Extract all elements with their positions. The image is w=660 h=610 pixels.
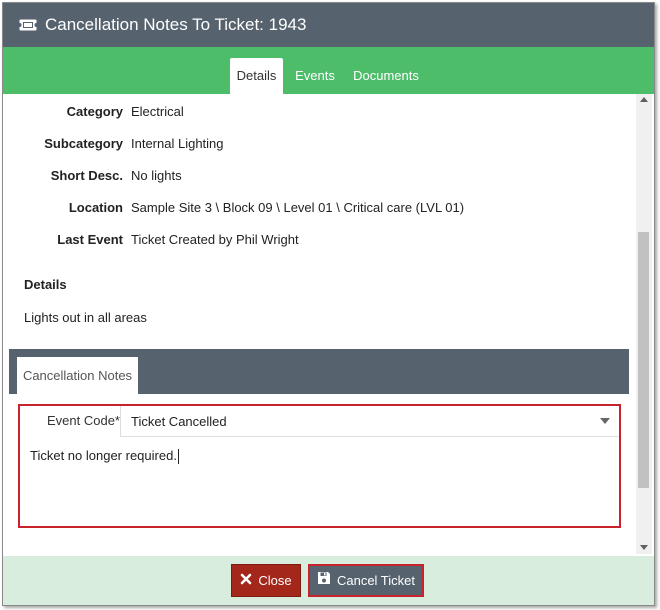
- details-heading: Details: [24, 277, 67, 292]
- close-button-label: Close: [258, 573, 292, 588]
- field-value: No lights: [131, 168, 182, 183]
- notes-text: Ticket no longer required.: [30, 448, 177, 463]
- chevron-down-icon: [600, 418, 610, 424]
- field-row-short-desc: Short Desc. No lights: [3, 166, 623, 186]
- cancellation-notes-form: Event Code* Ticket Cancelled Ticket no l…: [18, 404, 621, 528]
- close-icon: [240, 565, 252, 596]
- field-label: Last Event: [57, 232, 123, 247]
- details-content: Category Electrical Subcategory Internal…: [3, 94, 637, 554]
- tab-events[interactable]: Events: [288, 58, 342, 94]
- dialog-title: Cancellation Notes To Ticket: 1943: [45, 15, 307, 34]
- field-label: Location: [68, 200, 123, 215]
- tab-bar: Details Events Documents: [3, 47, 654, 94]
- field-row-category: Category Electrical: [3, 102, 623, 122]
- field-row-location: Location Sample Site 3 \ Block 09 \ Leve…: [3, 198, 623, 218]
- field-value: Ticket Created by Phil Wright: [131, 232, 299, 247]
- field-row-last-event: Last Event Ticket Created by Phil Wright: [3, 230, 623, 250]
- ticket-icon: [17, 18, 39, 32]
- cancellation-notes-panel: Cancellation Notes: [9, 349, 629, 394]
- tab-details[interactable]: Details: [230, 58, 283, 94]
- event-code-value: Ticket Cancelled: [131, 414, 227, 429]
- event-code-select[interactable]: Ticket Cancelled: [120, 406, 619, 437]
- event-code-label: Event Code*: [47, 413, 120, 428]
- field-label: Category: [66, 104, 123, 119]
- cancel-ticket-button[interactable]: Cancel Ticket: [308, 564, 424, 597]
- field-value: Sample Site 3 \ Block 09 \ Level 01 \ Cr…: [131, 200, 465, 215]
- tab-cancellation-notes[interactable]: Cancellation Notes: [17, 357, 138, 394]
- details-text: Lights out in all areas: [24, 310, 147, 325]
- field-value: Internal Lighting: [131, 136, 224, 151]
- dialog-footer: Close Cancel Ticket: [3, 556, 654, 605]
- text-cursor: [177, 449, 179, 465]
- dialog-title-bar: Cancellation Notes To Ticket: 1943: [3, 3, 654, 47]
- scroll-down-icon[interactable]: [640, 545, 648, 550]
- save-icon: [317, 565, 331, 596]
- scrollbar-thumb[interactable]: [638, 232, 649, 488]
- field-label: Short Desc.: [50, 168, 123, 183]
- cancellation-dialog: Cancellation Notes To Ticket: 1943 Detai…: [2, 2, 655, 606]
- field-value: Electrical: [131, 104, 184, 119]
- tab-documents[interactable]: Documents: [346, 58, 426, 94]
- scroll-up-icon[interactable]: [640, 97, 648, 102]
- field-label: Subcategory: [44, 136, 123, 151]
- notes-textarea[interactable]: Ticket no longer required.: [30, 446, 610, 466]
- cancel-ticket-label: Cancel Ticket: [336, 573, 416, 588]
- vertical-scrollbar[interactable]: [636, 94, 652, 554]
- close-button[interactable]: Close: [231, 564, 301, 597]
- field-row-subcategory: Subcategory Internal Lighting: [3, 134, 623, 154]
